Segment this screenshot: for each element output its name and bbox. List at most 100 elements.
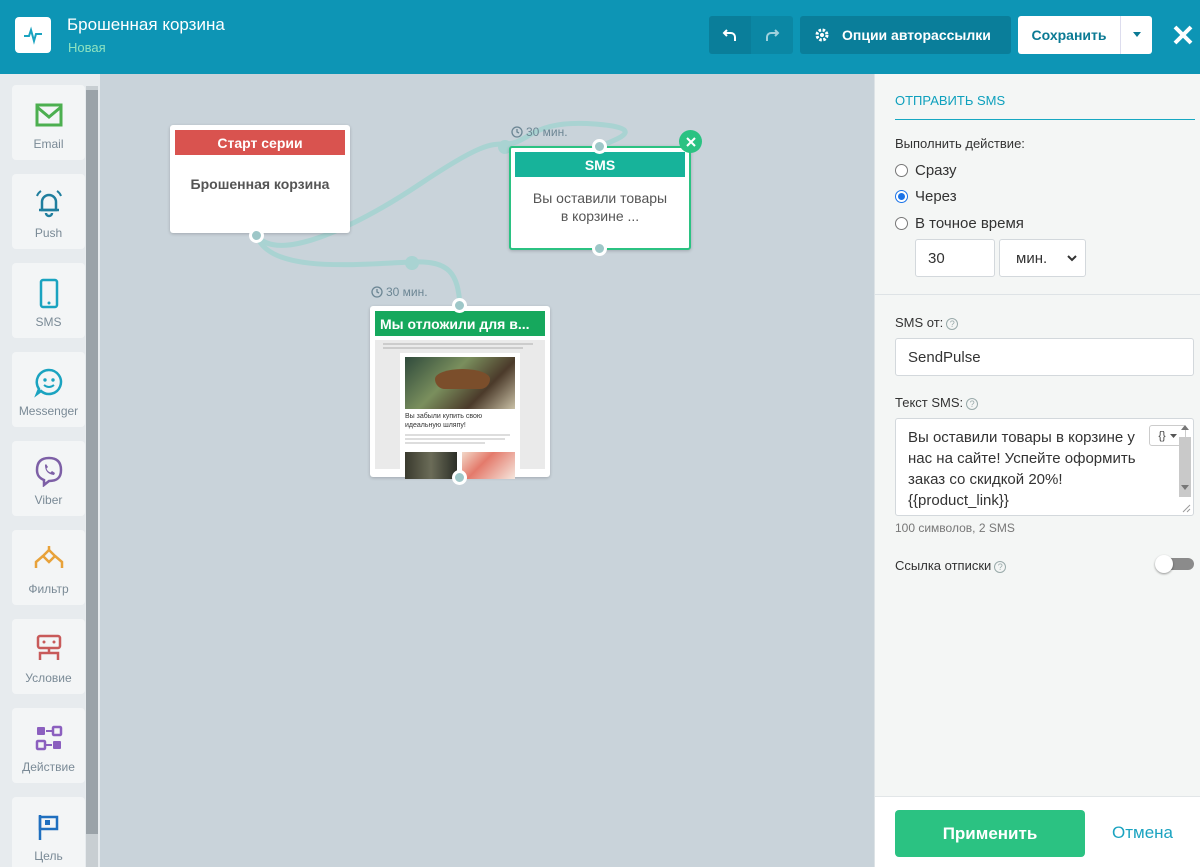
sms-counter: 100 символов, 2 SMS (895, 521, 1015, 535)
sms-node[interactable]: SMS Вы оставили товары в корзине ... (509, 146, 691, 250)
autoresponder-options-button[interactable]: Опции авторассылки (800, 16, 1011, 54)
action-label: Выполнить действие: (895, 136, 1025, 151)
redo-icon (766, 29, 780, 41)
help-icon[interactable]: ? (946, 317, 959, 330)
scroll-down-icon[interactable] (1181, 485, 1189, 490)
preview-text-line (405, 442, 485, 444)
tool-label: Условие (25, 671, 72, 685)
pulse-icon (24, 26, 42, 45)
undo-button[interactable] (709, 16, 751, 54)
tool-label: Push (34, 226, 63, 240)
product-image (405, 452, 457, 479)
tool-label: Viber (34, 493, 63, 507)
top-header: Брошенная корзина Новая Опции авторассыл… (0, 0, 1200, 74)
status-label: Новая (68, 40, 106, 55)
delete-node-button[interactable] (679, 130, 702, 153)
sender-input[interactable]: SendPulse (895, 338, 1194, 376)
radio-circle[interactable] (895, 164, 908, 177)
preview-text-line (383, 347, 523, 349)
panel-footer: Применить Отмена (875, 796, 1200, 867)
tool-filter[interactable]: Фильтр (12, 530, 85, 605)
sms-node-output-port[interactable] (592, 241, 607, 256)
save-button[interactable]: Сохранить (1018, 16, 1121, 54)
email-node[interactable]: Мы отложили для в... Вы забыли купить св… (370, 306, 550, 479)
gear-icon (815, 28, 829, 42)
tool-email[interactable]: Email (12, 85, 85, 160)
tool-messenger[interactable]: Messenger (12, 352, 85, 427)
bell-icon (35, 190, 62, 218)
preview-heading: Вы забыли купить свою идеальную шляпу! (405, 413, 483, 429)
preview-text-line (383, 343, 533, 345)
email-node-input-port[interactable] (452, 298, 467, 313)
email-delay-timer: 30 мин. (371, 285, 428, 299)
tool-goal[interactable]: Цель (12, 797, 85, 867)
start-node[interactable]: Старт серии Брошенная корзина (170, 125, 350, 233)
delay-value-input[interactable]: 30 (915, 239, 995, 277)
radio-label: В точное время (915, 215, 1024, 232)
help-icon[interactable]: ? (966, 397, 979, 410)
sms-text-area[interactable]: Вы оставили товары в корзине у нас на са… (895, 418, 1194, 516)
tool-condition[interactable]: Условие (12, 619, 85, 694)
text-label: Текст SMS: (895, 395, 964, 410)
tool-viber[interactable]: Viber (12, 441, 85, 516)
close-icon (685, 136, 696, 147)
cancel-button[interactable]: Отмена (1112, 823, 1173, 843)
timer-label: 30 мин. (526, 125, 568, 139)
undo-icon (722, 29, 736, 41)
sms-text-value: Вы оставили товары в корзине у нас на са… (908, 429, 1136, 509)
tool-sms[interactable]: SMS (12, 263, 85, 338)
tool-label: SMS (35, 315, 62, 329)
element-toolbar: Email Push SMS Messenger Viber Фильтр Ус… (0, 74, 100, 867)
toolbar-scroll-thumb[interactable] (86, 90, 98, 834)
flag-icon (38, 815, 58, 840)
email-node-header: Мы отложили для в... (375, 311, 545, 336)
apply-button[interactable]: Применить (895, 810, 1085, 857)
product-image (462, 452, 515, 479)
save-button-group: Сохранить (1018, 16, 1152, 54)
scroll-up-icon[interactable] (1181, 425, 1189, 430)
start-node-output-port[interactable] (249, 228, 264, 243)
unsubscribe-label-row: Ссылка отписки? (895, 558, 1007, 573)
sms-delay-timer: 30 мин. (511, 125, 568, 139)
page-title: Брошенная корзина (67, 15, 225, 34)
phone-icon (39, 278, 58, 309)
redo-button[interactable] (751, 16, 793, 54)
tool-push[interactable]: Push (12, 174, 85, 249)
filter-icon (34, 546, 63, 568)
options-label: Опции авторассылки (842, 27, 991, 43)
radio-circle[interactable] (895, 217, 908, 230)
panel-title-underline (895, 119, 1195, 120)
variable-label: {} (1158, 429, 1166, 442)
sms-node-input-port[interactable] (592, 139, 607, 154)
resize-handle-icon[interactable] (1182, 504, 1191, 513)
hat-image (405, 357, 515, 409)
tool-action[interactable]: Действие (12, 708, 85, 783)
preview-card: Вы забыли купить свою идеальную шляпу! (400, 353, 520, 479)
clock-icon (511, 126, 523, 138)
radio-after[interactable]: Через (895, 188, 957, 205)
delay-unit-value: мин. (1016, 249, 1048, 267)
email-node-output-port[interactable] (452, 470, 467, 485)
clock-icon (371, 286, 383, 298)
preview-text-line (405, 438, 505, 440)
start-node-header: Старт серии (175, 130, 345, 155)
app-logo[interactable] (15, 17, 51, 53)
close-icon[interactable] (1170, 22, 1196, 48)
help-icon[interactable]: ? (994, 560, 1007, 573)
sender-label-row: SMS от:? (895, 315, 959, 330)
tool-label: Messenger (18, 404, 79, 418)
radio-immediately[interactable]: Сразу (895, 162, 957, 179)
delay-unit-select[interactable]: мин. (999, 239, 1086, 277)
radio-exact-time[interactable]: В точное время (895, 215, 1024, 232)
start-node-body: Брошенная корзина (190, 176, 330, 192)
caret-down-icon (1132, 32, 1141, 37)
tool-label: Фильтр (28, 582, 69, 596)
flow-canvas[interactable]: Старт серии Брошенная корзина SMS Вы ост… (100, 74, 874, 867)
save-dropdown-button[interactable] (1121, 16, 1152, 54)
envelope-icon (35, 103, 62, 127)
hat-shape (435, 369, 490, 389)
toggle-knob[interactable] (1155, 555, 1173, 573)
radio-label: Сразу (915, 162, 957, 179)
radio-circle-selected[interactable] (895, 190, 908, 203)
text-label-row: Текст SMS:? (895, 395, 979, 410)
